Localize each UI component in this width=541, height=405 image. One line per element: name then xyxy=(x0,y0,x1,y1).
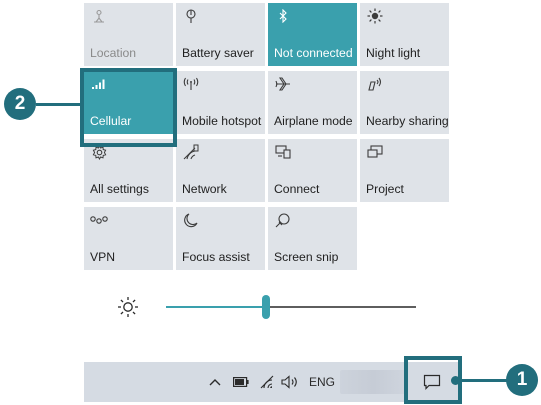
callout-1-badge: 1 xyxy=(506,364,538,396)
tile-mobile-hotspot[interactable]: Mobile hotspot xyxy=(176,71,265,134)
tile-location[interactable]: Location xyxy=(84,3,173,66)
tile-vpn[interactable]: VPN xyxy=(84,207,173,270)
tile-not-connected[interactable]: Not connected xyxy=(268,3,357,66)
brightness-row xyxy=(84,282,461,332)
tile-screen-snip[interactable]: Screen snip xyxy=(268,207,357,270)
language-indicator[interactable]: ENG xyxy=(307,373,337,391)
bluetooth-icon xyxy=(274,7,292,25)
tile-label: Connect xyxy=(274,182,320,196)
cellular-highlight-box xyxy=(80,68,177,147)
tile-label: Focus assist xyxy=(182,250,250,264)
moon-icon xyxy=(182,211,200,229)
tile-night-light[interactable]: Night light xyxy=(360,3,449,66)
vpn-icon xyxy=(90,211,108,229)
network-icon xyxy=(182,143,200,161)
tile-label: Screen snip xyxy=(274,250,339,264)
battery-icon[interactable] xyxy=(231,373,251,391)
tile-label: Night light xyxy=(366,46,421,60)
location-icon xyxy=(90,7,108,25)
action-center-panel: Location Battery saver Not connected Night … xyxy=(71,0,462,405)
chevron-up-icon[interactable] xyxy=(207,373,223,391)
airplane-icon xyxy=(274,75,292,93)
brightness-sun-icon xyxy=(118,297,138,317)
mobile-hotspot-icon xyxy=(182,75,200,93)
tile-label: Nearby sharing xyxy=(366,114,449,128)
tile-label: VPN xyxy=(90,250,116,264)
tile-airplane-mode[interactable]: Airplane mode xyxy=(268,71,357,134)
tile-network[interactable]: Network xyxy=(176,139,265,202)
clock-blurred[interactable] xyxy=(340,370,408,394)
tile-label: Not connected xyxy=(274,46,353,60)
connect-icon xyxy=(274,143,292,161)
wifi-icon[interactable] xyxy=(257,373,277,391)
tile-project[interactable]: Project xyxy=(360,139,449,202)
tile-all-settings[interactable]: All settings xyxy=(84,139,173,202)
tile-label: Airplane mode xyxy=(274,114,353,128)
tile-label: All settings xyxy=(90,182,149,196)
nearby-sharing-icon xyxy=(366,75,384,93)
tile-label: Battery saver xyxy=(182,46,254,60)
tile-focus-assist[interactable]: Focus assist xyxy=(176,207,265,270)
project-icon xyxy=(366,143,384,161)
tile-label: Location xyxy=(90,46,137,60)
night-light-icon xyxy=(366,7,384,25)
tile-label: Mobile hotspot xyxy=(182,114,262,128)
tile-battery-saver[interactable]: Battery saver xyxy=(176,3,265,66)
tile-nearby-sharing[interactable]: Nearby sharing xyxy=(360,71,449,134)
language-label: ENG xyxy=(308,375,335,389)
callout-2-badge: 2 xyxy=(4,88,36,120)
action-center-button[interactable] xyxy=(415,368,449,396)
tile-label: Network xyxy=(182,182,227,196)
screen-snip-icon xyxy=(274,211,292,229)
brightness-slider-fill xyxy=(166,306,266,308)
callout-2-leader xyxy=(36,103,81,106)
speaker-icon[interactable] xyxy=(280,373,300,391)
callout-1-leader xyxy=(456,379,508,382)
action-center-icon xyxy=(423,374,441,390)
battery-saver-icon xyxy=(182,7,200,25)
tile-connect[interactable]: Connect xyxy=(268,139,357,202)
brightness-slider-track[interactable] xyxy=(166,295,416,319)
brightness-slider-thumb[interactable] xyxy=(262,295,270,319)
tile-label: Project xyxy=(366,182,404,196)
